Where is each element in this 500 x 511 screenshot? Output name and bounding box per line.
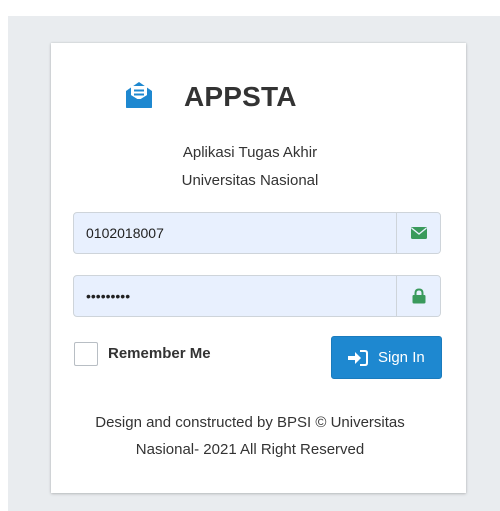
password-input-group	[73, 275, 441, 317]
username-input-group	[73, 212, 441, 254]
sign-in-icon	[348, 350, 368, 366]
app-subtitle: Aplikasi Tugas Akhir	[182, 144, 318, 161]
app-title: APPSTA	[184, 81, 297, 112]
sign-in-button[interactable]: Sign In	[331, 336, 442, 379]
username-addon	[396, 213, 440, 253]
envelope-icon	[410, 227, 427, 239]
remember-me-checkbox[interactable]	[74, 342, 98, 366]
institution-name: Universitas Nasional	[181, 172, 319, 189]
password-input[interactable]	[74, 276, 397, 316]
app-header: APPSTA	[0, 78, 500, 118]
envelope-open-text-icon	[126, 82, 152, 108]
password-addon	[396, 276, 440, 316]
lock-icon	[412, 288, 425, 304]
footer-copyright: Nasional- 2021 All Right Reserved	[135, 441, 365, 458]
username-input[interactable]	[74, 213, 397, 253]
footer-credit: Design and constructed by BPSI © Univers…	[95, 414, 405, 431]
sign-in-label: Sign In	[378, 349, 425, 366]
remember-me-label[interactable]: Remember Me	[108, 344, 211, 364]
